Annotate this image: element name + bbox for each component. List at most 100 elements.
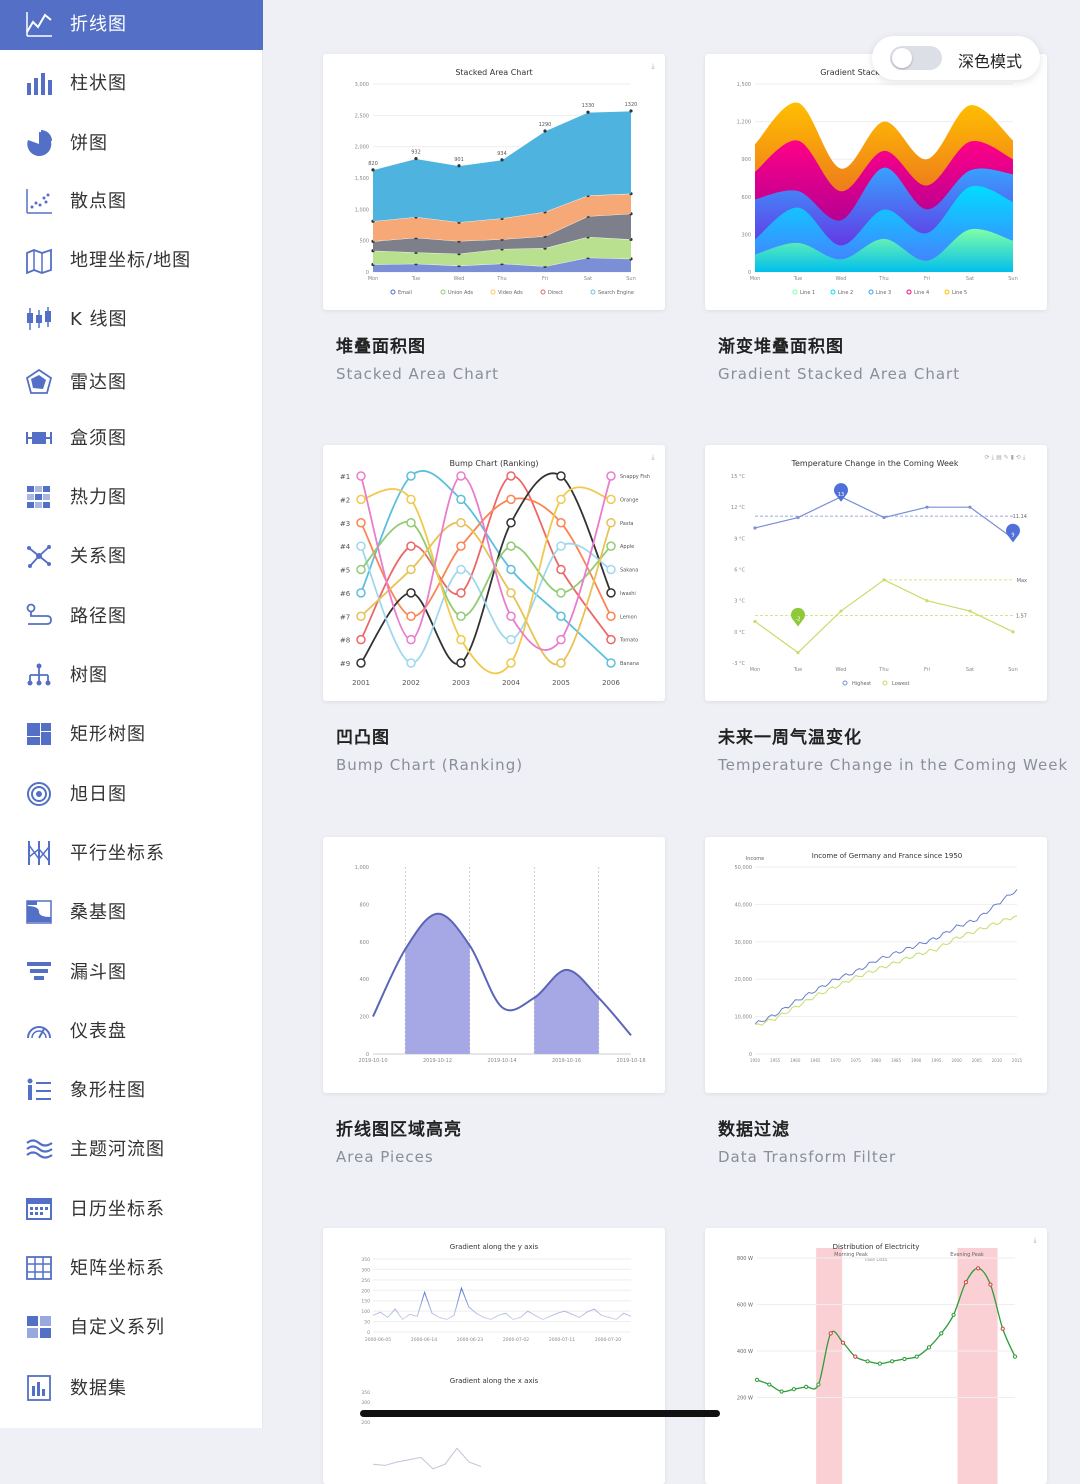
card-title[interactable]: 凹凸图 xyxy=(336,723,390,748)
sidebar-item-sunburst[interactable]: 旭日图 xyxy=(0,770,263,820)
data-point[interactable] xyxy=(586,110,590,114)
data-point[interactable] xyxy=(356,658,366,668)
data-point[interactable] xyxy=(767,1382,772,1387)
bump-line-banana[interactable] xyxy=(360,469,612,664)
data-point[interactable] xyxy=(939,1331,944,1336)
data-point[interactable] xyxy=(556,588,566,598)
legend-marker[interactable] xyxy=(390,289,396,295)
data-point[interactable] xyxy=(606,658,616,668)
data-point[interactable] xyxy=(456,564,466,575)
sidebar-item-candlestick[interactable]: K 线图 xyxy=(0,295,263,345)
sidebar-item-line-chart[interactable]: 折线图 xyxy=(0,0,263,50)
card-title[interactable]: 折线图区域高亮 xyxy=(336,1115,462,1140)
series-line-germany[interactable] xyxy=(754,889,1018,1025)
data-point[interactable] xyxy=(500,158,504,162)
data-point[interactable] xyxy=(606,471,616,481)
legend-marker[interactable] xyxy=(540,289,546,295)
data-point[interactable] xyxy=(754,1377,760,1382)
sidebar-item-theme-river[interactable]: 主题河流图 xyxy=(0,1125,263,1175)
legend-marker[interactable] xyxy=(490,289,496,295)
data-point[interactable] xyxy=(356,541,366,551)
data-point[interactable] xyxy=(556,471,566,481)
legend-marker[interactable] xyxy=(590,289,596,295)
data-point[interactable] xyxy=(506,588,516,598)
data-point[interactable] xyxy=(406,471,416,481)
data-point[interactable] xyxy=(543,129,547,133)
data-point[interactable] xyxy=(853,1354,858,1359)
data-point[interactable] xyxy=(968,505,972,509)
data-point[interactable] xyxy=(914,1354,919,1359)
data-point[interactable] xyxy=(456,658,466,668)
data-point[interactable] xyxy=(796,651,800,655)
sidebar-item-funnel[interactable]: 漏斗图 xyxy=(0,948,263,998)
chart-card-5[interactable]: 1,000 800 600 400 200 0 2019-10-10 2019-10-12 20… xyxy=(323,837,665,1093)
data-point[interactable] xyxy=(506,471,516,481)
legend-marker[interactable] xyxy=(792,289,798,295)
chart-card-4[interactable]: Temperature Change in the Coming Week 15 … xyxy=(705,445,1047,701)
data-point[interactable] xyxy=(406,658,416,668)
card-title[interactable]: 未来一周气温变化 xyxy=(718,723,862,748)
legend-marker[interactable] xyxy=(842,680,848,686)
data-point[interactable] xyxy=(606,564,616,575)
card-title[interactable]: 渐变堆叠面积图 xyxy=(718,332,844,357)
data-point[interactable] xyxy=(456,541,466,551)
data-point[interactable] xyxy=(556,658,566,668)
data-point[interactable] xyxy=(456,634,466,645)
data-point[interactable] xyxy=(406,494,416,505)
data-point[interactable] xyxy=(828,1331,833,1336)
chart-card-6[interactable]: Income of Germany and France since 1950 I… xyxy=(705,837,1047,1093)
data-point[interactable] xyxy=(506,494,516,505)
data-point[interactable] xyxy=(1011,630,1015,634)
sidebar-item-lines[interactable]: 路径图 xyxy=(0,592,263,642)
sidebar-item-sankey[interactable]: 桑基图 xyxy=(0,888,263,938)
data-point[interactable] xyxy=(414,156,418,161)
data-point[interactable] xyxy=(606,494,616,505)
legend-marker[interactable] xyxy=(440,289,446,295)
data-point[interactable] xyxy=(877,1361,882,1366)
sidebar-item-custom-series[interactable]: 自定义系列 xyxy=(0,1303,263,1353)
data-point[interactable] xyxy=(456,494,466,505)
data-point[interactable] xyxy=(456,471,466,481)
data-point[interactable] xyxy=(890,1359,895,1364)
sidebar-item-matrix[interactable]: 矩阵坐标系 xyxy=(0,1244,263,1294)
data-point[interactable] xyxy=(506,564,516,575)
highlighted-area[interactable] xyxy=(373,913,631,1054)
data-point[interactable] xyxy=(1000,1326,1005,1331)
legend-marker[interactable] xyxy=(830,289,836,295)
data-point[interactable] xyxy=(556,611,566,621)
data-point[interactable] xyxy=(406,611,416,621)
data-point[interactable] xyxy=(406,564,416,575)
data-point[interactable] xyxy=(356,611,366,621)
data-point[interactable] xyxy=(988,1282,993,1287)
data-point[interactable] xyxy=(779,1389,784,1394)
data-point[interactable] xyxy=(606,518,616,528)
data-point[interactable] xyxy=(865,1359,870,1364)
data-point[interactable] xyxy=(606,588,616,598)
data-point[interactable] xyxy=(804,1384,809,1389)
sidebar-item-pie-chart[interactable]: 饼图 xyxy=(0,119,263,169)
legend-marker[interactable] xyxy=(906,289,912,295)
data-point[interactable] xyxy=(457,164,461,168)
data-point[interactable] xyxy=(406,541,416,551)
bump-line-iwashi[interactable] xyxy=(360,472,612,665)
sidebar-item-treemap[interactable]: 矩形树图 xyxy=(0,710,263,760)
data-point[interactable] xyxy=(356,518,366,528)
sidebar-item-gauge[interactable]: 仪表盘 xyxy=(0,1007,263,1057)
bump-line-tomato[interactable] xyxy=(360,475,612,641)
chart-card-3[interactable]: Bump Chart (Ranking) #1 #2 #3 #4 #5 #6 #7 #8 #9 20… xyxy=(323,445,665,701)
sidebar-item-map[interactable]: 地理坐标/地图 xyxy=(0,236,263,286)
data-point[interactable] xyxy=(816,1382,821,1387)
data-point[interactable] xyxy=(556,518,566,528)
sidebar-item-calendar[interactable]: 日历坐标系 xyxy=(0,1185,263,1235)
series-line-france[interactable] xyxy=(754,915,1018,1026)
data-point[interactable] xyxy=(968,609,972,613)
card-title[interactable]: 数据过滤 xyxy=(718,1115,790,1140)
data-point[interactable] xyxy=(606,634,616,645)
sidebar-item-dataset[interactable]: 数据集 xyxy=(0,1364,263,1414)
chart-card-8[interactable]: Distribution of Electricity Morning Peak E… xyxy=(705,1228,1047,1484)
chart-card-2[interactable]: Gradient Stack 1,500 1,200 900 600 300 0 Mon Tue… xyxy=(705,54,1047,310)
data-point[interactable] xyxy=(556,494,566,505)
bump-line-snappy-fish[interactable] xyxy=(360,475,612,651)
data-point[interactable] xyxy=(406,634,416,645)
data-point[interactable] xyxy=(506,611,516,621)
